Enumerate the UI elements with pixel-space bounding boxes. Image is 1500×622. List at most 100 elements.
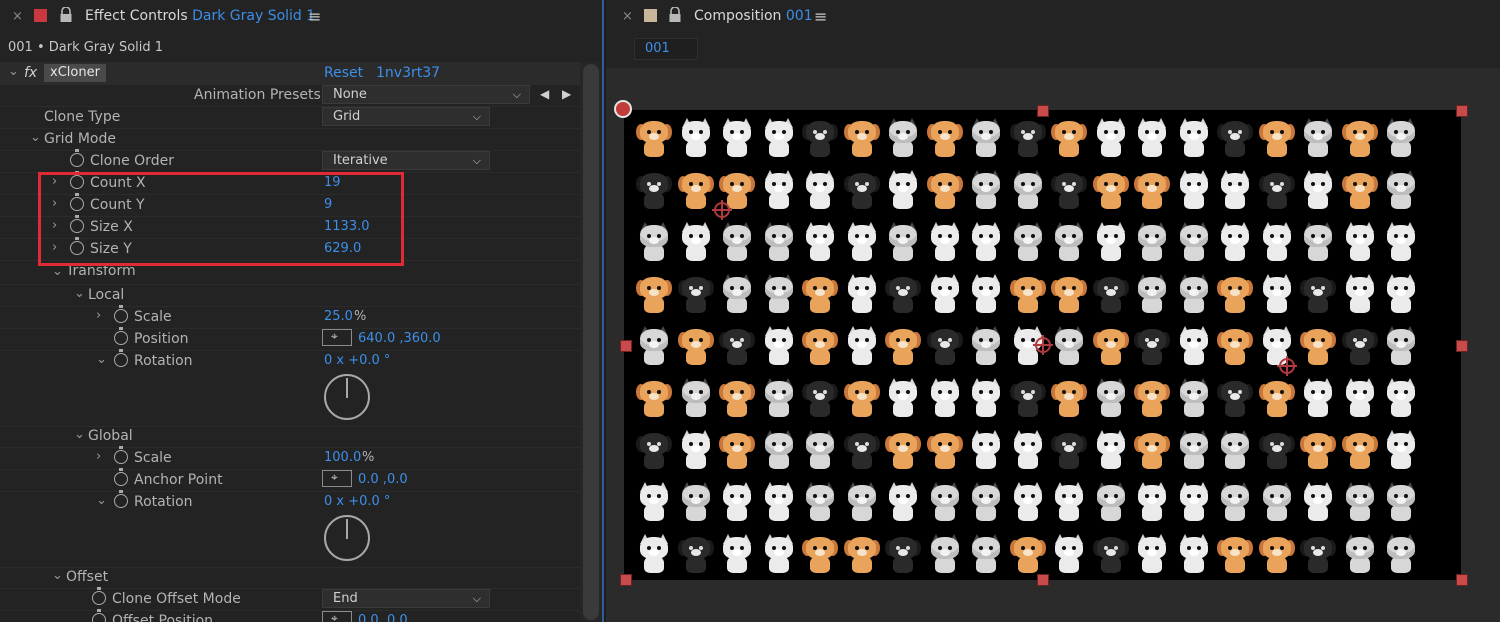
global-scale-value[interactable]: 100.0 [324,450,361,465]
close-tab-icon[interactable]: × [12,9,23,24]
local-row[interactable]: ⌄ Local [0,284,580,307]
crosshair-target-icon[interactable] [712,200,732,220]
crosshair-icon[interactable] [322,470,352,487]
global-scale-unit: % [362,450,375,465]
panel-menu-icon[interactable]: ≡ [814,7,827,26]
chevron-down-icon[interactable]: ⌄ [52,568,63,583]
stopwatch-icon[interactable] [114,468,128,486]
stopwatch-icon[interactable] [70,149,84,167]
effect-name[interactable]: xCloner [44,64,106,82]
clone-dog [1217,534,1253,574]
panel-menu-icon[interactable]: ≡ [308,7,321,26]
composition-tab[interactable]: × Composition 001 ≡ [606,0,1500,34]
clone-raccoon [1383,534,1419,574]
clone-dog [926,430,963,470]
clone-cat [761,326,797,366]
clone-black [719,326,755,366]
lock-icon[interactable] [668,7,682,23]
clone-cat [1383,274,1419,314]
animation-presets-dropdown[interactable]: None ⌵ [322,85,530,104]
chevron-down-icon[interactable]: ⌄ [52,264,63,279]
clone-offset-mode-dropdown[interactable]: End ⌵ [322,589,490,608]
effect-header-row[interactable]: ⌄ fx xCloner Reset 1nv3rt37 [0,62,580,85]
chevron-right-icon[interactable]: › [96,449,101,464]
transform-handle[interactable] [1456,574,1468,586]
local-rotation-value[interactable]: 0 x +0.0 ° [324,353,390,368]
local-scale-value[interactable]: 25.0 [324,309,353,324]
chevron-down-icon[interactable]: ⌄ [74,286,85,301]
crosshair-target-icon[interactable] [1033,335,1053,355]
composition-viewer[interactable] [606,68,1500,622]
clone-black [1258,170,1295,210]
rotation-dial[interactable] [324,374,370,420]
animation-presets-value: None [333,87,367,102]
global-row[interactable]: ⌄ Global [0,425,580,448]
effect-controls-tab[interactable]: × Effect Controls Dark Gray Solid 1 ≡ [0,0,602,34]
clone-order-dropdown[interactable]: Iterative ⌵ [322,151,490,170]
clone-dog [885,430,921,470]
close-tab-icon[interactable]: × [622,9,633,24]
stopwatch-icon[interactable] [114,327,128,345]
crosshair-icon[interactable] [322,329,352,346]
clone-raccoon [761,222,797,262]
previous-preset-icon[interactable]: ◀ [540,87,549,101]
clone-type-row: Clone Type Grid ⌵ [0,106,580,129]
transform-handle[interactable] [620,574,632,586]
transform-handle[interactable] [1037,574,1049,586]
clone-cat [719,534,755,574]
clone-cat [1176,326,1212,366]
clone-cat [1300,378,1336,418]
chevron-right-icon[interactable]: › [96,308,101,323]
offset-position-value[interactable]: 0.0 ,0.0 [358,613,408,622]
stopwatch-icon[interactable] [114,490,128,508]
clone-black [636,430,672,470]
clone-dog [926,118,963,158]
chevron-down-icon[interactable]: ⌄ [96,352,107,367]
transform-handle[interactable] [620,340,632,352]
clone-cat [844,326,880,366]
clone-black [1134,326,1170,366]
anchor-point-value[interactable]: 0.0 ,0.0 [358,472,408,487]
clone-cat [1176,118,1212,158]
global-rotation-value[interactable]: 0 x +0.0 ° [324,494,390,509]
clone-raccoon [1383,118,1419,158]
stopwatch-icon[interactable] [114,349,128,367]
fx-icon[interactable]: fx [24,65,37,81]
grid-mode-row[interactable]: ⌄ Grid Mode [0,128,580,151]
crosshair-icon[interactable] [322,611,352,622]
transform-handle[interactable] [1456,105,1468,117]
local-position-value[interactable]: 640.0 ,360.0 [358,331,441,346]
clone-dog [1217,274,1253,314]
clone-raccoon [1051,222,1087,262]
stopwatch-icon[interactable] [114,305,128,323]
clone-black [677,274,714,314]
stopwatch-icon[interactable] [114,446,128,464]
composition-name-field[interactable]: 001 [634,38,698,60]
effect-extra-link[interactable]: 1nv3rt37 [376,65,440,81]
chevron-down-icon[interactable]: ⌄ [30,130,41,145]
offset-row[interactable]: ⌄ Offset [0,566,580,589]
transform-handle[interactable] [1456,340,1468,352]
clone-black [1258,430,1295,470]
stopwatch-icon[interactable] [92,587,106,605]
local-position-label: Position [134,331,189,347]
rotation-dial[interactable] [324,515,370,561]
clone-cat [885,170,921,210]
lock-icon[interactable] [59,7,73,23]
transform-handle[interactable] [1037,105,1049,117]
clone-black [1051,170,1087,210]
chevron-down-icon[interactable]: ⌄ [8,64,19,79]
clone-type-dropdown[interactable]: Grid ⌵ [322,107,490,126]
clone-dog [802,326,838,366]
reset-link[interactable]: Reset [324,65,363,81]
global-rotation-label: Rotation [134,494,193,510]
stopwatch-icon[interactable] [92,609,106,622]
clone-black [1051,430,1087,470]
next-preset-icon[interactable]: ▶ [562,87,571,101]
scrollbar-thumb[interactable] [583,64,599,620]
clone-cat [1259,274,1295,314]
layer-anchor-icon[interactable] [614,100,632,118]
crosshair-target-icon[interactable] [1277,356,1297,376]
chevron-down-icon[interactable]: ⌄ [74,427,85,442]
chevron-down-icon[interactable]: ⌄ [96,493,107,508]
